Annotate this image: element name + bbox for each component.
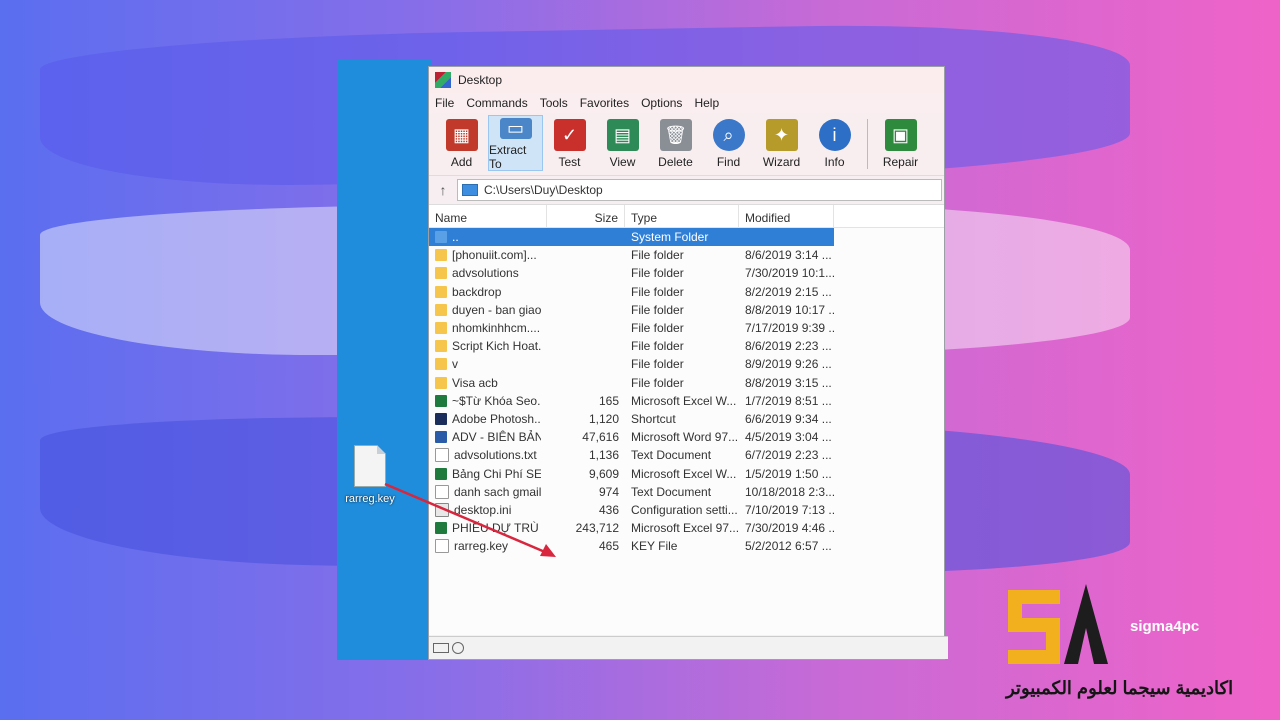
logo-brand-text: sigma4pc [1130, 618, 1200, 635]
sigma-logo-mark [1008, 584, 1108, 664]
sigma4pc-logo: sigma4pc اكاديمية سيجما لعلوم الكمبيوتر [1000, 578, 1270, 708]
logo-arabic-text: اكاديمية سيجما لعلوم الكمبيوتر [1006, 678, 1234, 698]
